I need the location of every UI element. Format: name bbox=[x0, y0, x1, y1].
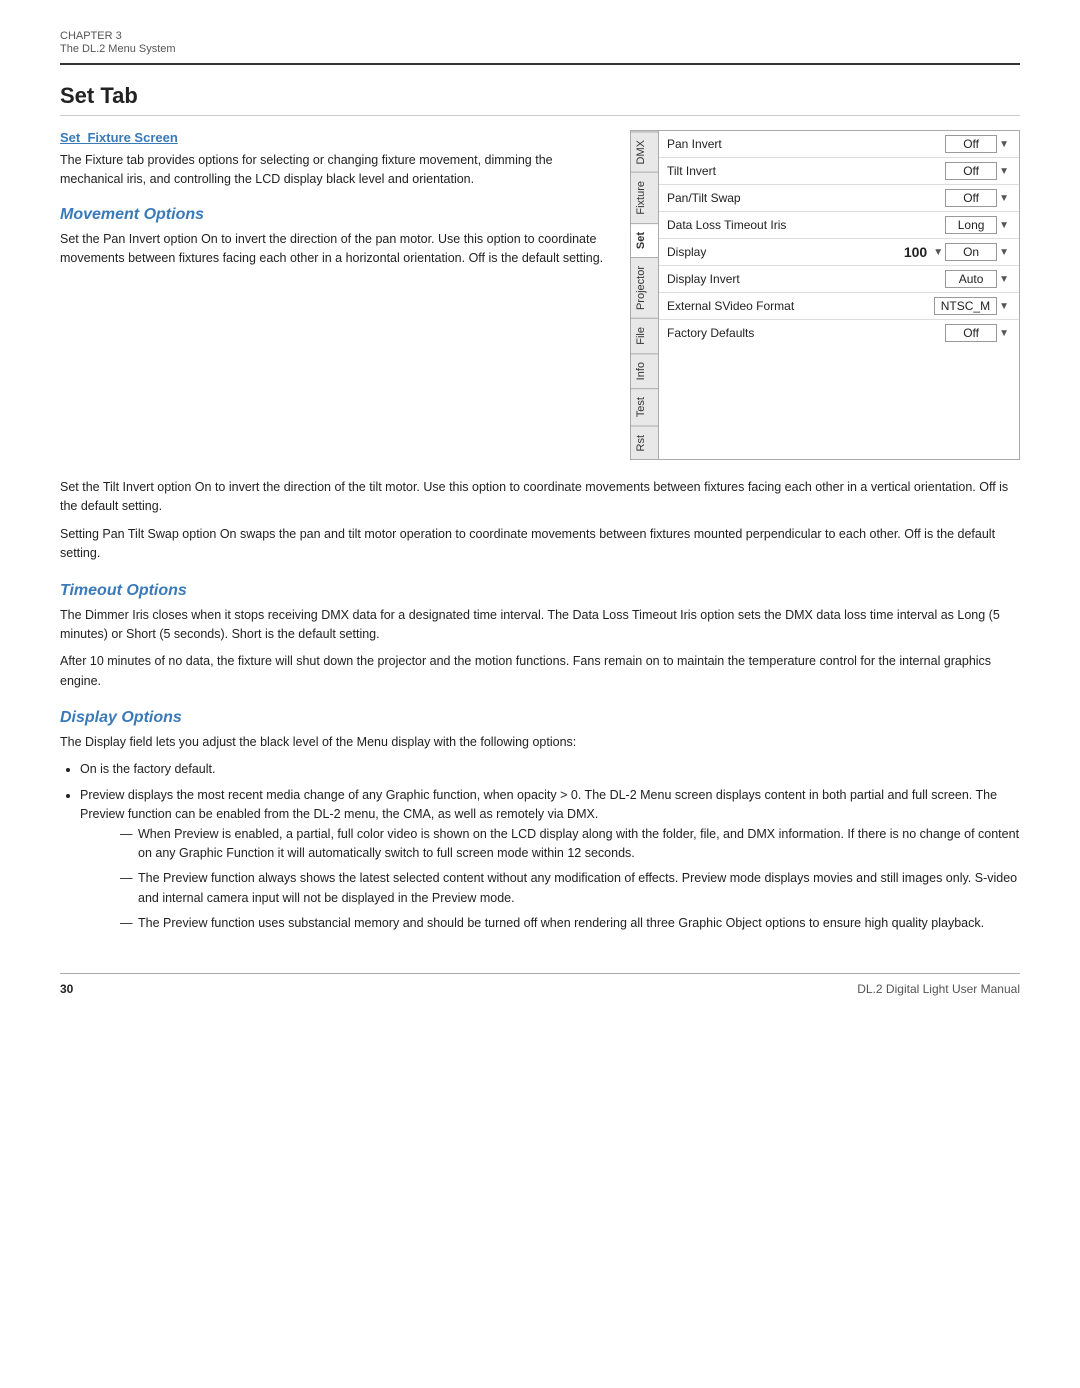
display-section: Display Options The Display field lets y… bbox=[60, 709, 1020, 933]
menu-row-factory-defaults: Factory Defaults Off ▼ bbox=[659, 320, 1019, 346]
tab-strip: DMX Fixture Set Projector File Info Test… bbox=[631, 131, 659, 459]
tilt-invert-value[interactable]: Off bbox=[945, 162, 997, 180]
timeout-title: Timeout Options bbox=[60, 582, 1020, 600]
pan-tilt-swap-value[interactable]: Off bbox=[945, 189, 997, 207]
tilt-invert-label: Tilt Invert bbox=[667, 164, 945, 178]
timeout-text-1: The Dimmer Iris closes when it stops rec… bbox=[60, 606, 1020, 645]
display-number-arrow[interactable]: ▼ bbox=[933, 247, 943, 258]
top-rule bbox=[60, 63, 1020, 65]
tab-projector[interactable]: Projector bbox=[631, 257, 658, 318]
two-col-layout: Set_Fixture Screen The Fixture tab provi… bbox=[60, 130, 1020, 460]
movement-continued: Set the Tilt Invert option On to invert … bbox=[60, 478, 1020, 564]
factory-defaults-arrow[interactable]: ▼ bbox=[999, 328, 1009, 339]
menu-row-pan-invert: Pan Invert Off ▼ bbox=[659, 131, 1019, 158]
display-label: Display bbox=[667, 245, 904, 259]
tab-fixture[interactable]: Fixture bbox=[631, 172, 658, 223]
list-item-preview: Preview displays the most recent media c… bbox=[80, 786, 1020, 934]
pan-tilt-swap-label: Pan/Tilt Swap bbox=[667, 191, 945, 205]
tab-test[interactable]: Test bbox=[631, 388, 658, 425]
page-number: 30 bbox=[60, 982, 73, 996]
list-item-on: On is the factory default. bbox=[80, 760, 1020, 779]
movement-text-2: Set the Tilt Invert option On to invert … bbox=[60, 478, 1020, 517]
display-value[interactable]: On bbox=[945, 243, 997, 261]
chapter-header: CHAPTER 3 The DL.2 Menu System bbox=[60, 30, 1020, 55]
menu-row-display-invert: Display Invert Auto ▼ bbox=[659, 266, 1019, 293]
subsection-title: Set_Fixture Screen bbox=[60, 130, 606, 145]
pan-tilt-swap-arrow[interactable]: ▼ bbox=[999, 193, 1009, 204]
display-invert-arrow[interactable]: ▼ bbox=[999, 274, 1009, 285]
dash-item-2: The Preview function always shows the la… bbox=[120, 869, 1020, 908]
tab-rst[interactable]: Rst bbox=[631, 426, 658, 460]
menu-row-svideo: External SVideo Format NTSC_M ▼ bbox=[659, 293, 1019, 320]
display-invert-label: Display Invert bbox=[667, 272, 945, 286]
list-item-preview-text: Preview displays the most recent media c… bbox=[80, 788, 997, 821]
factory-defaults-label: Factory Defaults bbox=[667, 326, 945, 340]
display-bullet-list: On is the factory default. Preview displ… bbox=[80, 760, 1020, 933]
display-invert-value[interactable]: Auto bbox=[945, 270, 997, 288]
timeout-section: Timeout Options The Dimmer Iris closes w… bbox=[60, 582, 1020, 692]
data-loss-label: Data Loss Timeout Iris bbox=[667, 218, 945, 232]
svideo-label: External SVideo Format bbox=[667, 299, 934, 313]
dash-item-3: The Preview function uses substancial me… bbox=[120, 914, 1020, 933]
movement-options-title: Movement Options bbox=[60, 206, 606, 224]
tilt-invert-arrow[interactable]: ▼ bbox=[999, 166, 1009, 177]
pan-invert-value[interactable]: Off bbox=[945, 135, 997, 153]
factory-defaults-value[interactable]: Off bbox=[945, 324, 997, 342]
menu-content: Pan Invert Off ▼ Tilt Invert Off ▼ Pan/T… bbox=[659, 131, 1019, 459]
movement-text-1: Set the Pan Invert option On to invert t… bbox=[60, 230, 606, 269]
menu-widget: DMX Fixture Set Projector File Info Test… bbox=[630, 130, 1020, 460]
tab-dmx[interactable]: DMX bbox=[631, 131, 658, 172]
tab-info[interactable]: Info bbox=[631, 353, 658, 388]
svideo-arrow[interactable]: ▼ bbox=[999, 301, 1009, 312]
manual-title: DL.2 Digital Light User Manual bbox=[857, 982, 1020, 996]
tab-file[interactable]: File bbox=[631, 318, 658, 353]
display-options-title: Display Options bbox=[60, 709, 1020, 727]
menu-row-display: Display 100 ▼ On ▼ bbox=[659, 239, 1019, 266]
intro-text: The Fixture tab provides options for sel… bbox=[60, 151, 606, 190]
display-intro: The Display field lets you adjust the bl… bbox=[60, 733, 1020, 752]
svideo-value[interactable]: NTSC_M bbox=[934, 297, 997, 315]
pan-invert-arrow[interactable]: ▼ bbox=[999, 139, 1009, 150]
list-item-on-text: On is the factory default. bbox=[80, 762, 216, 776]
display-number: 100 bbox=[904, 244, 927, 260]
data-loss-value[interactable]: Long bbox=[945, 216, 997, 234]
menu-row-pan-tilt-swap: Pan/Tilt Swap Off ▼ bbox=[659, 185, 1019, 212]
dash-sub-list: When Preview is enabled, a partial, full… bbox=[120, 825, 1020, 934]
dash-item-1: When Preview is enabled, a partial, full… bbox=[120, 825, 1020, 864]
menu-widget-container: DMX Fixture Set Projector File Info Test… bbox=[630, 130, 1020, 460]
page-footer: 30 DL.2 Digital Light User Manual bbox=[60, 973, 1020, 996]
display-arrow[interactable]: ▼ bbox=[999, 247, 1009, 258]
menu-row-tilt-invert: Tilt Invert Off ▼ bbox=[659, 158, 1019, 185]
chapter-number: CHAPTER 3 bbox=[60, 30, 1020, 42]
data-loss-arrow[interactable]: ▼ bbox=[999, 220, 1009, 231]
pan-invert-label: Pan Invert bbox=[667, 137, 945, 151]
movement-text-3: Setting Pan Tilt Swap option On swaps th… bbox=[60, 525, 1020, 564]
page-title: Set Tab bbox=[60, 83, 1020, 116]
left-column: Set_Fixture Screen The Fixture tab provi… bbox=[60, 130, 606, 460]
tab-set[interactable]: Set bbox=[631, 223, 658, 257]
chapter-subtitle: The DL.2 Menu System bbox=[60, 43, 1020, 55]
timeout-text-2: After 10 minutes of no data, the fixture… bbox=[60, 652, 1020, 691]
menu-row-data-loss: Data Loss Timeout Iris Long ▼ bbox=[659, 212, 1019, 239]
